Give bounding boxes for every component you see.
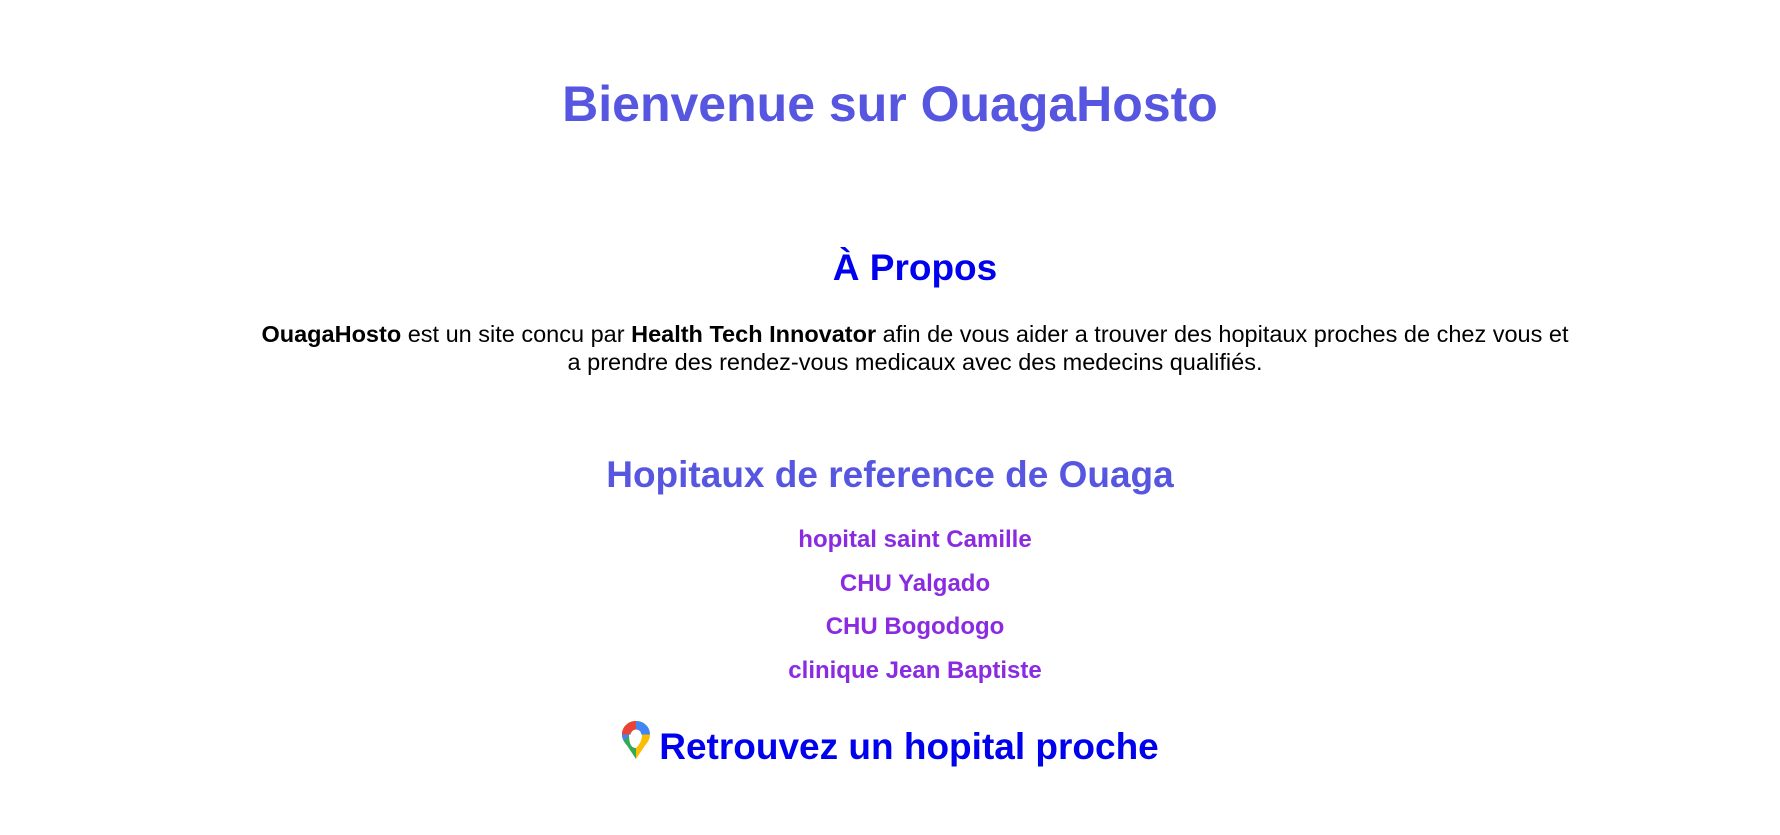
hospital-link-chu-bogodogo[interactable]: CHU Bogodogo — [0, 610, 1780, 654]
find-hospital-label[interactable]: Retrouvez un hopital proche — [659, 718, 1159, 776]
find-hospital-link[interactable]: Retrouvez un hopital proche — [621, 718, 1159, 776]
hospital-link-clinique-jean-baptiste[interactable]: clinique Jean Baptiste — [0, 654, 1780, 698]
hospital-list: hopital saint Camille CHU Yalgado CHU Bo… — [0, 523, 1780, 697]
hospital-link-saint-camille[interactable]: hopital saint Camille — [0, 523, 1780, 567]
page: Bienvenue sur OuagaHosto À Propos OuagaH… — [0, 0, 1780, 835]
map-pin-icon[interactable] — [621, 720, 651, 760]
about-brand: OuagaHosto — [261, 321, 402, 347]
hospital-link-chu-yalgado[interactable]: CHU Yalgado — [0, 567, 1780, 611]
find-hospital-row: Retrouvez un hopital proche — [0, 718, 1780, 776]
hospitals-title: Hopitaux de reference de Ouaga — [606, 454, 1174, 495]
about-text-part-1: est un site concu par — [401, 321, 632, 347]
about-title: À Propos — [832, 247, 998, 288]
about-text: OuagaHosto est un site concu par Health … — [255, 320, 1575, 376]
about-company: Health Tech Innovator — [631, 321, 877, 347]
page-title: Bienvenue sur OuagaHosto — [562, 76, 1218, 132]
